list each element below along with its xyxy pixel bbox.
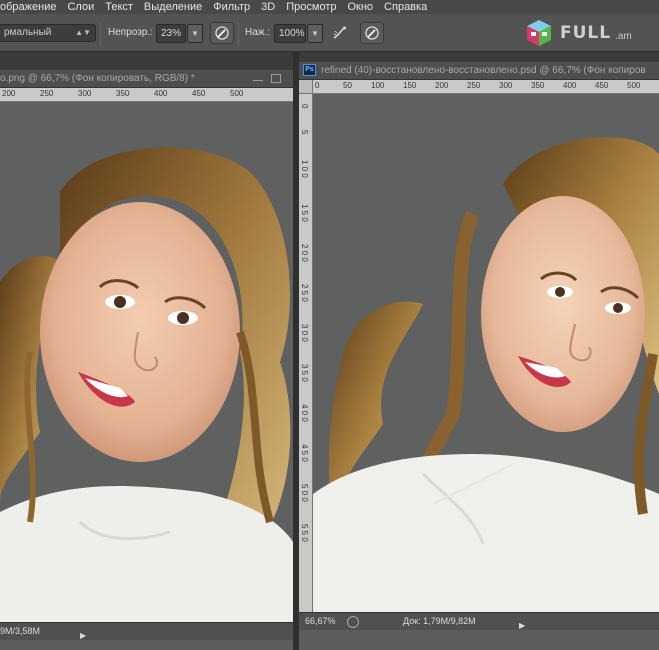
ruler-tick: 300 — [78, 89, 92, 98]
menu-filter[interactable]: Фильтр — [213, 0, 250, 14]
divider — [238, 22, 239, 46]
ruler-tick: 4 5 0 — [300, 444, 309, 462]
watermark-suffix: .am — [615, 30, 632, 42]
menu-window[interactable]: Окно — [347, 0, 373, 14]
pen-pressure-icon — [215, 26, 229, 40]
right-vertical-ruler: 0 5 1 0 0 1 5 0 2 0 0 2 5 0 3 0 0 3 5 0 … — [299, 94, 313, 616]
ruler-origin[interactable] — [299, 80, 313, 94]
ruler-tick: 0 — [300, 104, 309, 109]
ruler-tick: 100 — [371, 81, 385, 90]
ruler-tick: 300 — [499, 81, 513, 90]
left-horizontal-ruler: 200 250 300 350 400 450 500 — [0, 88, 293, 102]
ruler-tick: 450 — [192, 89, 206, 98]
right-doc-tab[interactable]: Ps refined (40)-восстановлено-восстановле… — [299, 62, 659, 80]
opacity-label: Непрозр.: — [108, 27, 153, 38]
right-canvas-after-photo[interactable] — [313, 94, 659, 616]
menu-image[interactable]: ображение — [0, 0, 56, 14]
menu-select[interactable]: Выделение — [144, 0, 202, 14]
menu-layers[interactable]: Слои — [67, 0, 94, 14]
ruler-tick: 250 — [467, 81, 481, 90]
right-horizontal-ruler: 0 50 100 150 200 250 300 350 400 450 500 — [313, 80, 659, 94]
pressure-dropdown-button[interactable]: ▼ — [307, 24, 323, 43]
left-doc-size: 9M/3,58M — [0, 626, 41, 636]
opacity-dropdown-button[interactable]: ▼ — [187, 24, 203, 43]
left-status-bar: 9M/3,58M ▶ — [0, 622, 293, 640]
pressure-label: Наж.: — [245, 27, 271, 38]
ruler-tick: 3 5 0 — [300, 364, 309, 382]
tablet-opacity-button[interactable] — [210, 22, 234, 44]
portrait-before-image — [0, 102, 293, 622]
right-doc-size: Док: 1,79M/9,82M — [403, 616, 476, 626]
blend-mode-value: рмальный — [4, 27, 52, 38]
zoom-icon[interactable] — [347, 616, 359, 628]
zoom-level[interactable]: 66,67% — [305, 613, 336, 630]
ruler-tick: 1 0 0 — [300, 160, 309, 178]
tablet-size-button[interactable] — [360, 22, 384, 44]
ruler-tick: 200 — [435, 81, 449, 90]
ruler-tick: 500 — [627, 81, 641, 90]
ruler-tick: 0 — [315, 81, 320, 90]
menu-help[interactable]: Справка — [384, 0, 427, 14]
status-menu-arrow-icon[interactable]: ▶ — [519, 617, 525, 634]
blend-mode-select[interactable]: рмальный ▲▼ — [0, 24, 96, 42]
menu-text[interactable]: Текст — [105, 0, 133, 14]
opacity-field[interactable]: 23% — [156, 24, 186, 43]
cube-logo-icon — [524, 18, 554, 48]
ruler-tick: 5 0 0 — [300, 484, 309, 502]
right-doc-title: refined (40)-восстановлено-восстановлено… — [321, 65, 646, 76]
pen-pressure-icon — [365, 26, 379, 40]
watermark-logo: FULL .am — [524, 14, 659, 52]
ruler-tick: 4 0 0 — [300, 404, 309, 422]
updown-icon: ▲▼ — [75, 28, 91, 37]
ruler-tick: 350 — [116, 89, 130, 98]
ruler-tick: 350 — [531, 81, 545, 90]
menu-view[interactable]: Просмотр — [286, 0, 336, 14]
ruler-tick: 2 0 0 — [300, 244, 309, 262]
ruler-tick: 400 — [154, 89, 168, 98]
ruler-tick: 400 — [563, 81, 577, 90]
airbrush-icon — [333, 26, 346, 39]
ruler-tick: 3 0 0 — [300, 324, 309, 342]
ruler-tick: 500 — [230, 89, 244, 98]
left-document-window: о.png @ 66,7% (Фон копировать, RGB/8) * … — [0, 70, 293, 650]
ruler-tick: 2 5 0 — [300, 284, 309, 302]
portrait-after-image — [313, 94, 659, 616]
airbrush-button[interactable] — [328, 22, 352, 44]
pressure-field[interactable]: 100% — [274, 24, 306, 43]
left-canvas-before-photo[interactable] — [0, 102, 293, 622]
ruler-tick: 50 — [343, 81, 352, 90]
ruler-tick: 450 — [595, 81, 609, 90]
left-doc-title: о.png @ 66,7% (Фон копировать, RGB/8) * — [0, 73, 195, 84]
divider — [100, 22, 101, 46]
ruler-tick: 5 — [300, 130, 309, 135]
status-menu-arrow-icon[interactable]: ▶ — [80, 627, 86, 644]
photoshop-icon: Ps — [303, 64, 316, 77]
ruler-tick: 5 5 0 — [300, 524, 309, 542]
right-document-window: Ps refined (40)-восстановлено-восстановле… — [299, 62, 659, 650]
minimize-icon[interactable] — [253, 80, 263, 82]
ruler-tick: 250 — [40, 89, 54, 98]
menu-3d[interactable]: 3D — [261, 0, 275, 14]
ruler-tick: 150 — [403, 81, 417, 90]
right-status-bar: 66,67% Док: 1,79M/9,82M ▶ — [299, 612, 659, 630]
left-doc-tab[interactable]: о.png @ 66,7% (Фон копировать, RGB/8) * — [0, 70, 293, 88]
watermark-text: FULL — [560, 23, 612, 43]
menu-bar: ображение Слои Текст Выделение Фильтр 3D… — [0, 0, 659, 14]
maximize-icon[interactable] — [271, 74, 281, 83]
ruler-tick: 200 — [2, 89, 16, 98]
ruler-tick: 1 5 0 — [300, 204, 309, 222]
